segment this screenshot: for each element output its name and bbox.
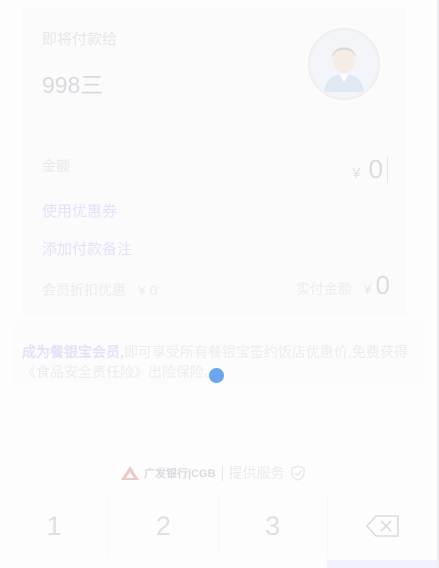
add-remark-link[interactable]: 添加付款备注 [42, 238, 132, 259]
promo-highlight: 成为餐银宝会员, [22, 344, 124, 360]
provided-by-label: 提供服务 [228, 465, 285, 481]
actual-currency-symbol: ¥ [363, 281, 372, 297]
merchant-avatar [308, 28, 380, 100]
input-caret [387, 156, 388, 183]
confirm-key-edge[interactable] [327, 560, 439, 568]
actual-amount-value: 0 [375, 270, 390, 300]
bank-logo: 广发银行|CGB [120, 465, 216, 481]
service-provider: 广发银行|CGB 提供服务 [120, 462, 340, 484]
key-1[interactable]: 1 [0, 496, 110, 556]
delete-key[interactable] [328, 496, 439, 556]
use-coupon-link[interactable]: 使用优惠券 [42, 200, 117, 221]
bank-emblem-icon [121, 466, 139, 480]
amount-value: 0 [368, 154, 383, 184]
shield-check-icon [290, 465, 305, 481]
amount-label: 金额 [42, 158, 70, 174]
person-avatar-icon [312, 32, 376, 96]
numeric-keypad: 1 2 3 [0, 496, 439, 568]
currency-symbol: ¥ [352, 165, 361, 182]
payment-card: 即将付款给 998三 金额 ¥ 0 使用优惠券 添加付款备注 会员折扣优惠 ¥ … [22, 8, 406, 316]
actual-amount-label: 实付金额 [295, 281, 352, 297]
pay-to-label: 即将付款给 [42, 31, 118, 48]
member-discount-label: 会员折扣优惠 [42, 282, 126, 298]
bank-name: 广发银行|CGB [144, 468, 216, 480]
member-discount: 会员折扣优惠 ¥ 0 [42, 280, 157, 300]
member-discount-value: ¥ 0 [137, 282, 158, 298]
amount-input[interactable]: ¥ 0 [352, 154, 388, 185]
merchant-name: 998三 [42, 72, 104, 98]
key-2[interactable]: 2 [109, 496, 219, 556]
backspace-icon [366, 515, 400, 537]
key-3[interactable]: 3 [219, 496, 328, 556]
divider [221, 465, 223, 481]
loading-spinner-icon [209, 368, 224, 383]
actual-amount: 实付金额 ¥ 0 [296, 270, 390, 301]
payment-screen: 即将付款给 998三 金额 ¥ 0 使用优惠券 添加付款备注 会员折扣优惠 ¥ … [0, 0, 439, 568]
